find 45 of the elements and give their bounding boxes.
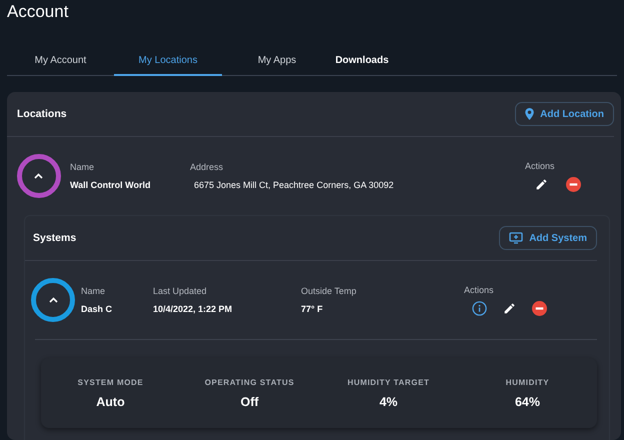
tab[interactable]: My Locations [114,46,222,76]
stat-label: OPERATING STATUS [204,378,294,386]
page-title: Account [7,2,70,22]
field-label: Actions [525,160,556,170]
tab[interactable]: My Account [7,46,114,76]
info-button[interactable] [472,300,487,316]
info-icon [472,300,487,316]
field-label: Name [81,286,106,296]
edit-button[interactable] [535,178,548,190]
stat-value: 64% [514,394,540,408]
stat-label: HUMIDITY TARGET [347,378,430,386]
chevron-up-icon [48,297,58,303]
chevron-up-icon [34,173,43,179]
field-value: 10/4/2022, 1:22 PM [153,304,234,314]
section-title: Locations [17,108,67,120]
stat-value: Off [240,394,259,408]
field-value: Dash C [81,304,114,314]
edit-button[interactable] [503,302,516,314]
add-system-button[interactable]: Add System [499,226,597,250]
stat-label: SYSTEM MODE [78,378,144,386]
expand-button[interactable] [31,278,75,322]
field-label: Last Updated [153,286,208,296]
field-value: 77° F [301,304,324,314]
stat-value: Auto [96,394,125,408]
field-label: Address [190,162,224,172]
field-label: Actions [464,284,495,294]
delete-button[interactable] [532,300,547,316]
add-location-button[interactable]: Add Location [515,102,614,126]
map-pin-icon [525,108,534,120]
pencil-icon [503,302,516,314]
stat-value: 4% [379,394,398,408]
minus-circle-icon [566,176,581,192]
section-title: Systems [33,232,76,244]
field-label: Name [70,162,96,172]
tab[interactable]: My Apps [222,46,332,76]
delete-button[interactable] [566,176,581,192]
monitor-plus-icon [509,232,524,244]
field-value: Wall Control World [70,180,152,190]
field-label: Outside Temp [301,286,358,296]
stat-label: HUMIDITY [506,378,550,386]
expand-button[interactable] [16,154,60,198]
tab[interactable]: Downloads [332,46,392,76]
minus-circle-icon [532,300,547,316]
pencil-icon [535,178,548,190]
field-value: 6675 Jones Mill Ct, Peachtree Corners, GA 30092 [193,180,395,190]
